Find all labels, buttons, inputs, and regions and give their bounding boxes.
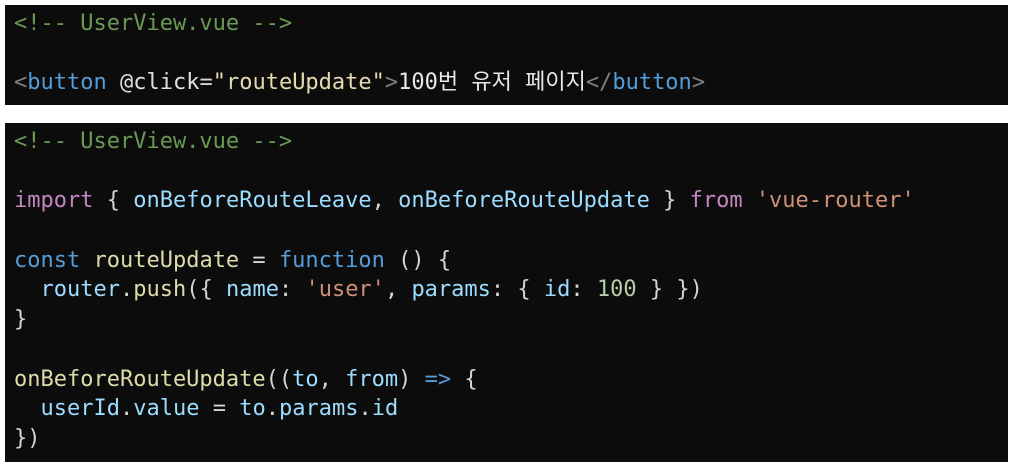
code-token: = xyxy=(199,70,213,96)
code-token: , xyxy=(384,277,412,303)
code-token: = xyxy=(239,247,279,273)
code-token: routeUpdate xyxy=(93,247,240,273)
code-token: router xyxy=(40,277,120,303)
code-token: { xyxy=(93,188,134,214)
code-token: import xyxy=(14,188,94,214)
code-token: from xyxy=(689,188,743,214)
code-token: onBeforeRouteLeave xyxy=(133,188,372,214)
code-token: value xyxy=(133,396,200,422)
code-block-script: <!-- UserView.vue --> import { onBeforeRo… xyxy=(5,123,1008,462)
code-token: , xyxy=(371,188,399,214)
code-token: "routeUpdate" xyxy=(212,70,385,96)
code-token: ) xyxy=(398,366,425,392)
code-token: function xyxy=(278,247,385,273)
code-line: }) xyxy=(14,424,999,454)
code-token: name xyxy=(225,277,279,303)
code-token: userId xyxy=(40,396,120,422)
code-token: . xyxy=(265,396,279,422)
code-token: to xyxy=(292,366,319,392)
code-token: > xyxy=(691,70,706,96)
code-token: @click xyxy=(119,70,200,96)
code-token: }) xyxy=(14,425,41,451)
code-token: > xyxy=(384,70,399,96)
code-block-template: <!-- UserView.vue --> <button @click="rou… xyxy=(5,5,1008,105)
code-token: : xyxy=(570,277,597,303)
code-token: params xyxy=(411,277,491,303)
code-token: <!-- UserView.vue --> xyxy=(14,11,293,36)
code-token: button xyxy=(612,70,692,96)
code-token: params xyxy=(278,396,359,422)
code-token: </ xyxy=(585,70,613,96)
code-token: } xyxy=(649,188,690,214)
code-token: (( xyxy=(265,366,293,392)
code-line: } xyxy=(14,305,999,335)
code-line: <button @click="routeUpdate">100번 유저 페이지… xyxy=(14,68,999,98)
code-token: id xyxy=(371,396,399,422)
code-token: < xyxy=(14,70,28,96)
code-token: } }) xyxy=(636,277,703,303)
code-token: 100번 유저 페이지 xyxy=(398,70,586,96)
code-line: <!-- UserView.vue --> xyxy=(14,9,999,39)
code-line: onBeforeRouteUpdate((to, from) => { xyxy=(14,365,999,395)
code-line: const routeUpdate = function () { xyxy=(14,246,999,276)
code-token: () { xyxy=(384,247,452,273)
code-token: 'user' xyxy=(305,277,385,303)
code-line: userId.value = to.params.id xyxy=(14,394,999,424)
code-token: } xyxy=(14,307,28,333)
code-token: to xyxy=(239,396,266,422)
code-token: 'vue-router' xyxy=(755,188,915,214)
code-token: , xyxy=(318,366,346,392)
code-token: button xyxy=(27,70,107,96)
code-token: <!-- UserView.vue --> xyxy=(14,129,293,154)
code-token: id xyxy=(543,277,571,303)
code-token: ({ xyxy=(186,277,226,303)
code-token: : { xyxy=(490,277,544,303)
code-token: . xyxy=(119,277,134,303)
code-token: onBeforeRouteUpdate xyxy=(398,188,650,214)
code-token: . xyxy=(119,396,134,422)
code-line: router.push({ name: 'user', params: { id… xyxy=(14,275,999,305)
code-token: from xyxy=(345,366,399,392)
code-token: => xyxy=(424,366,452,392)
code-token: push xyxy=(133,277,187,303)
code-token: = xyxy=(199,396,240,422)
code-token: const xyxy=(14,247,81,273)
code-token: { xyxy=(451,366,478,392)
code-line: <!-- UserView.vue --> xyxy=(14,127,999,157)
code-line: import { onBeforeRouteLeave, onBeforeRou… xyxy=(14,186,999,216)
code-token: : xyxy=(278,277,306,303)
code-token: 100 xyxy=(596,277,637,303)
code-token: onBeforeRouteUpdate xyxy=(14,366,266,392)
code-token: . xyxy=(358,396,372,422)
